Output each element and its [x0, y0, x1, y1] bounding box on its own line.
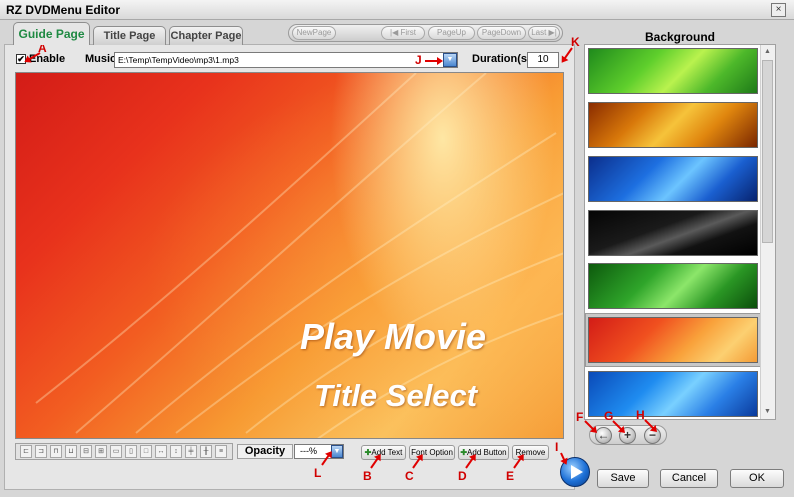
chevron-down-icon: ▼ [446, 56, 454, 63]
page-up-button[interactable]: PageUp [428, 26, 475, 40]
annotation-label: J [415, 53, 422, 67]
scroll-up-icon[interactable]: ▲ [762, 46, 773, 57]
last-page-button[interactable]: Last ▶| [528, 26, 560, 40]
background-thumbnail[interactable] [588, 102, 758, 148]
music-browse-button[interactable]: ▼ [443, 53, 457, 67]
font-option-button[interactable]: Font Option [409, 445, 455, 460]
background-thumbnail[interactable] [588, 371, 758, 417]
align-center-icon[interactable]: ⊐ [35, 445, 47, 458]
annotation-label: C [405, 469, 414, 483]
background-thumbnail[interactable] [588, 263, 758, 309]
annotation-label: L [314, 466, 322, 480]
opacity-label: Opacity [237, 444, 293, 459]
distribute-icon[interactable]: ≡ [215, 445, 227, 458]
menu-canvas[interactable] [15, 72, 564, 439]
close-button[interactable]: × [771, 3, 786, 17]
same-width-icon[interactable]: ▭ [110, 445, 122, 458]
same-size-icon[interactable]: □ [140, 445, 152, 458]
ok-button[interactable]: OK [730, 469, 784, 488]
title-select-button[interactable]: Title Select [314, 378, 477, 414]
background-title: Background [644, 30, 715, 44]
first-page-label: First [400, 28, 416, 37]
play-icon [571, 465, 583, 479]
background-swirl [35, 73, 563, 438]
add-text-button[interactable]: ✚Add Text [361, 445, 406, 460]
background-thumbnail[interactable] [588, 210, 758, 256]
annotation-label: D [458, 469, 467, 483]
duration-label: Duration(s) [472, 53, 531, 65]
window-title: RZ DVDMenu Editor [6, 3, 120, 17]
music-label: Music [85, 53, 117, 65]
annotation-label: E [506, 469, 515, 483]
annotation-label: B [363, 469, 372, 483]
space-horizontal-icon[interactable]: ↔ [155, 445, 167, 458]
same-height-icon[interactable]: ▯ [125, 445, 137, 458]
background-thumbnail-selected[interactable] [588, 317, 758, 363]
annotation-label: K [571, 35, 580, 49]
align-bottom-icon[interactable]: ⊞ [95, 445, 107, 458]
align-top-icon[interactable]: ⊔ [65, 445, 77, 458]
cancel-button[interactable]: Cancel [660, 469, 718, 488]
last-page-label: Last [531, 28, 547, 37]
align-right-icon[interactable]: ⊓ [50, 445, 62, 458]
duration-input[interactable]: 10 [527, 52, 559, 68]
annotation-label: F [576, 410, 584, 424]
center-horizontal-icon[interactable]: ╪ [185, 445, 197, 458]
background-thumbnail[interactable] [588, 48, 758, 94]
page-down-button[interactable]: PageDown [477, 26, 526, 40]
align-left-icon[interactable]: ⊏ [20, 445, 32, 458]
first-page-button[interactable]: |◀ First [381, 26, 425, 40]
scroll-down-icon[interactable]: ▼ [762, 406, 773, 417]
annotation-arrow [425, 57, 443, 65]
center-vertical-icon[interactable]: ╫ [200, 445, 212, 458]
first-icon: |◀ [389, 28, 401, 37]
save-button[interactable]: Save [597, 469, 649, 488]
play-movie-button[interactable]: Play Movie [300, 316, 486, 358]
scroll-thumb[interactable] [762, 60, 773, 243]
add-button-button[interactable]: ✚Add Button [458, 445, 509, 460]
last-icon: ▶| [546, 28, 557, 37]
align-middle-icon[interactable]: ⊟ [80, 445, 92, 458]
tab-chapter-page[interactable]: Chapter Page [169, 26, 243, 45]
background-thumbnail[interactable] [588, 156, 758, 202]
tab-title-page[interactable]: Title Page [93, 26, 166, 45]
music-path-field[interactable]: E:\Temp\TempVideo\mp3\1.mp3 [114, 52, 458, 68]
space-vertical-icon[interactable]: ↕ [170, 445, 182, 458]
new-page-button[interactable]: NewPage [292, 26, 336, 40]
tab-guide-page[interactable]: Guide Page [13, 22, 90, 45]
annotation-label: I [555, 440, 559, 454]
